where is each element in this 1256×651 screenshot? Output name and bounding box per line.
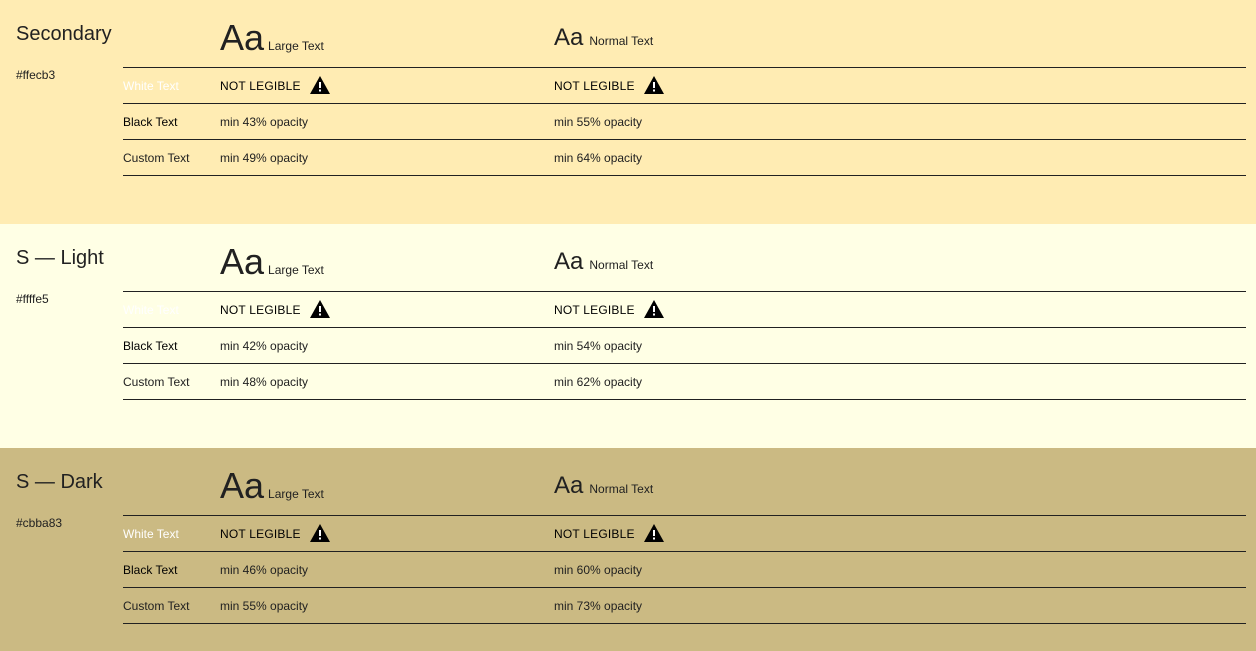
normal-text-value: NOT LEGIBLE [554,300,665,319]
row-label: White Text [123,303,179,317]
section-hex-code: #ffffe5 [16,292,49,306]
large-text-value: NOT LEGIBLE [220,524,331,543]
normal-text-value: min 64% opacity [554,151,643,165]
large-text-value: min 55% opacity [220,599,309,613]
column-headers: Aa Large Text Aa Normal Text [220,242,1250,290]
table-row-white-text: White Text NOT LEGIBLE NOT LEGIBLE [123,516,1246,552]
not-legible-text: NOT LEGIBLE [554,527,635,542]
row-label: Custom Text [123,375,190,389]
not-legible-text: NOT LEGIBLE [220,527,301,542]
warning-icon [643,300,664,318]
table-row-custom-text: Custom Text min 49% opacity min 64% opac… [123,140,1246,176]
large-text-value: min 46% opacity [220,563,309,577]
normal-text-value: min 54% opacity [554,339,643,353]
table-row-black-text: Black Text min 42% opacity min 54% opaci… [123,328,1246,364]
normal-text-value: min 73% opacity [554,599,643,613]
normal-text-value: NOT LEGIBLE [554,524,665,543]
color-section-dark: S — Dark #cbba83 Aa Large Text Aa Normal T… [0,448,1256,651]
row-label: Black Text [123,563,178,577]
warning-icon [643,524,664,542]
table-row-white-text: White Text NOT LEGIBLE NOT LEGIBLE [123,292,1246,328]
normal-text-label: Normal Text [589,482,654,496]
large-text-sample: Aa [220,465,265,506]
table-row-black-text: Black Text min 46% opacity min 60% opaci… [123,552,1246,588]
large-text-label: Large Text [268,487,324,501]
large-text-value: min 49% opacity [220,151,309,165]
large-text-label: Large Text [268,263,324,277]
section-hex-code: #cbba83 [16,516,63,530]
normal-text-value: NOT LEGIBLE [554,76,665,95]
large-text-sample: Aa [220,241,265,282]
table-row-custom-text: Custom Text min 48% opacity min 62% opac… [123,364,1246,400]
section-title: S — Light [16,247,104,269]
not-legible-text: NOT LEGIBLE [220,79,301,94]
legibility-table: White Text NOT LEGIBLE NOT LEGIBLE Black… [123,67,1246,176]
row-label: Black Text [123,115,178,129]
normal-text-value: min 62% opacity [554,375,643,389]
warning-icon [309,524,330,542]
table-row-white-text: White Text NOT LEGIBLE NOT LEGIBLE [123,68,1246,104]
row-label: Custom Text [123,151,190,165]
column-headers: Aa Large Text Aa Normal Text [220,466,1250,514]
section-title: S — Dark [16,471,103,493]
not-legible-text: NOT LEGIBLE [554,79,635,94]
normal-text-value: min 55% opacity [554,115,643,129]
large-text-value: min 48% opacity [220,375,309,389]
section-title: Secondary [16,23,112,45]
normal-text-header: Aa Normal Text [554,466,653,506]
color-section-secondary: Secondary #ffecb3 Aa Large Text Aa Normal … [0,0,1256,224]
color-section-light: S — Light #ffffe5 Aa Large Text Aa Normal … [0,224,1256,448]
row-label: Black Text [123,339,178,353]
row-label: White Text [123,527,179,541]
normal-text-sample: Aa [554,248,584,275]
large-text-label: Large Text [268,39,324,53]
legibility-table: White Text NOT LEGIBLE NOT LEGIBLE Black… [123,515,1246,624]
normal-text-label: Normal Text [589,34,654,48]
column-headers: Aa Large Text Aa Normal Text [220,18,1250,66]
warning-icon [309,76,330,94]
warning-icon [309,300,330,318]
normal-text-sample: Aa [554,24,584,51]
normal-text-header: Aa Normal Text [554,242,653,282]
not-legible-text: NOT LEGIBLE [554,303,635,318]
large-text-sample: Aa [220,17,265,58]
warning-icon [643,76,664,94]
section-hex-code: #ffecb3 [16,68,56,82]
legibility-table: White Text NOT LEGIBLE NOT LEGIBLE Black… [123,291,1246,400]
table-row-black-text: Black Text min 43% opacity min 55% opaci… [123,104,1246,140]
row-label: Custom Text [123,599,190,613]
large-text-value: min 42% opacity [220,339,309,353]
normal-text-label: Normal Text [589,258,654,272]
large-text-value: NOT LEGIBLE [220,76,331,95]
large-text-header: Aa Large Text [220,18,324,58]
row-label: White Text [123,79,179,93]
table-row-custom-text: Custom Text min 55% opacity min 73% opac… [123,588,1246,624]
large-text-header: Aa Large Text [220,242,324,282]
large-text-value: NOT LEGIBLE [220,300,331,319]
large-text-value: min 43% opacity [220,115,309,129]
normal-text-sample: Aa [554,472,584,499]
large-text-header: Aa Large Text [220,466,324,506]
normal-text-header: Aa Normal Text [554,18,653,58]
normal-text-value: min 60% opacity [554,563,643,577]
not-legible-text: NOT LEGIBLE [220,303,301,318]
